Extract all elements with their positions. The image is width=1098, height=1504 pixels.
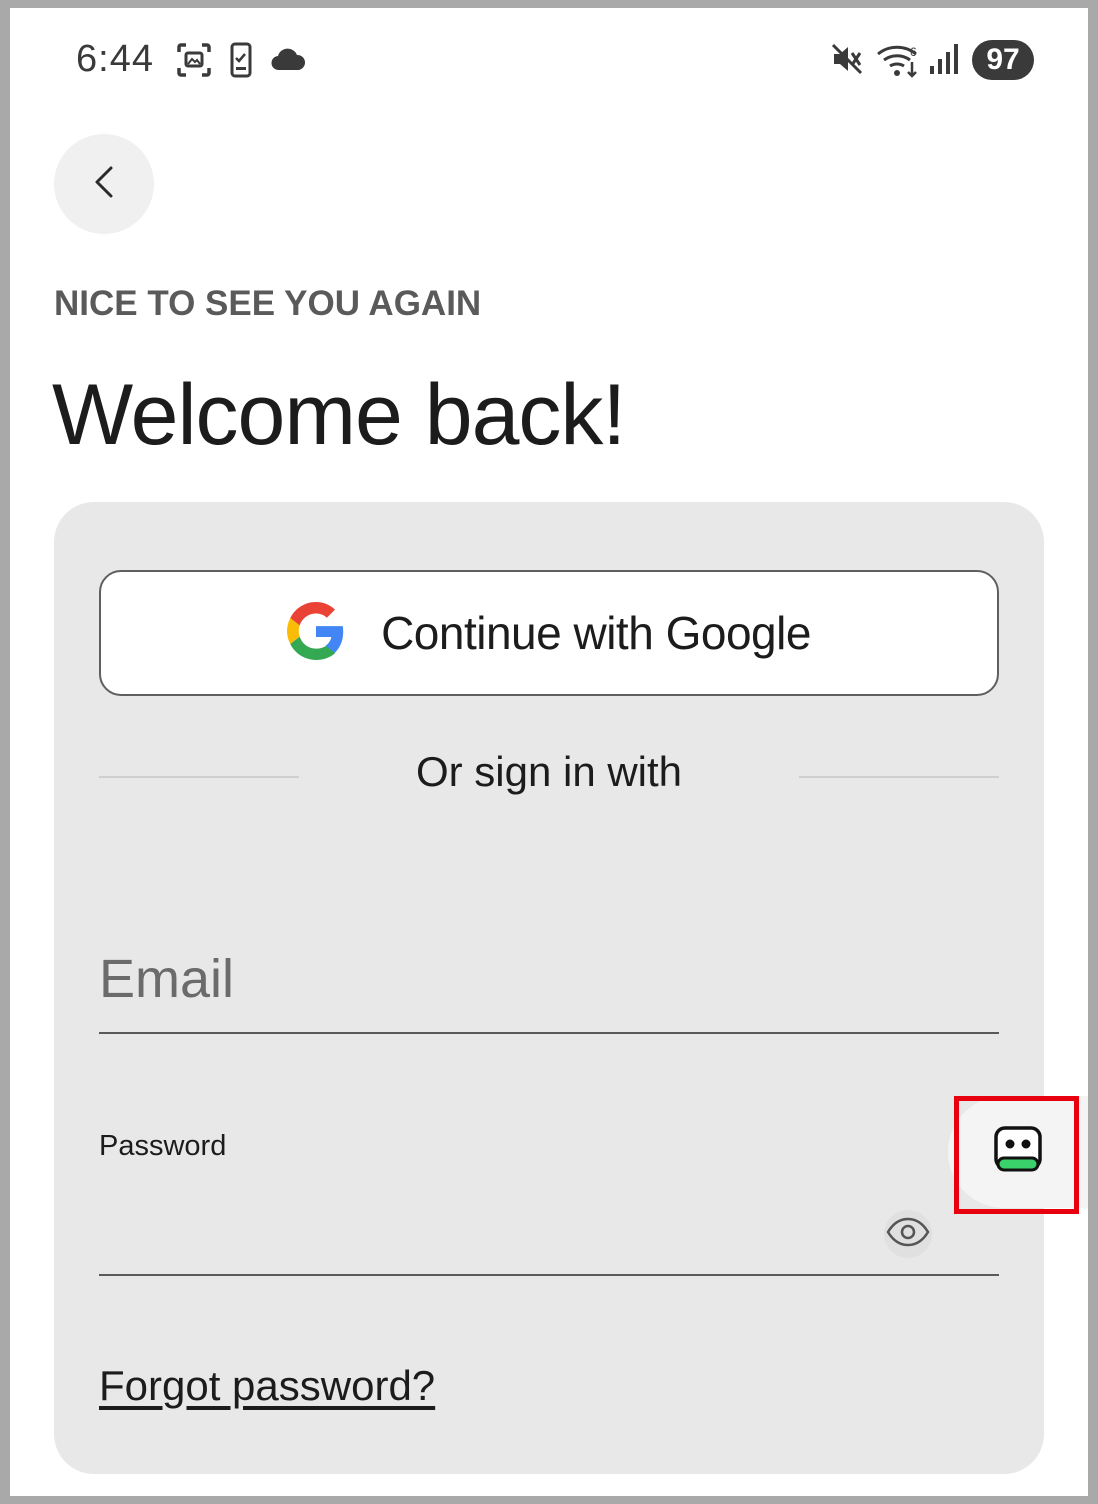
eye-icon — [886, 1217, 930, 1252]
wifi-icon: 6 — [876, 42, 922, 83]
eyebrow-text: NICE TO SEE YOU AGAIN — [54, 284, 482, 323]
phone-check-icon — [230, 42, 252, 83]
status-time: 6:44 — [76, 38, 154, 80]
password-input[interactable] — [99, 1202, 999, 1276]
page-title: Welcome back! — [52, 367, 626, 463]
mute-icon — [830, 42, 864, 81]
show-password-toggle[interactable] — [884, 1210, 932, 1258]
status-bar: 6:44 6 97 — [10, 8, 1088, 108]
continue-with-google-button[interactable]: Continue with Google — [99, 570, 999, 696]
divider-line-right — [799, 776, 999, 778]
forgot-password-link[interactable]: Forgot password? — [99, 1362, 435, 1410]
google-logo-icon — [287, 601, 345, 665]
svg-text:6: 6 — [910, 45, 917, 59]
chevron-left-icon — [93, 165, 115, 204]
password-label: Password — [99, 1130, 227, 1162]
screenshot-icon — [176, 42, 212, 83]
google-button-label: Continue with Google — [381, 607, 811, 659]
signal-icon — [928, 42, 960, 81]
sign-in-card: Continue with Google Or sign in with Ema… — [54, 502, 1044, 1474]
back-button[interactable] — [54, 134, 154, 234]
email-input[interactable]: Email — [99, 932, 999, 1034]
cloud-icon — [270, 48, 306, 77]
highlight-box — [954, 1096, 1079, 1214]
login-screen: 6:44 6 97 NICE TO SEE YOU AGAIN Welcome … — [10, 8, 1088, 1496]
email-placeholder: Email — [99, 949, 235, 1009]
battery-level: 97 — [972, 40, 1034, 80]
divider-text: Or sign in with — [415, 748, 683, 795]
